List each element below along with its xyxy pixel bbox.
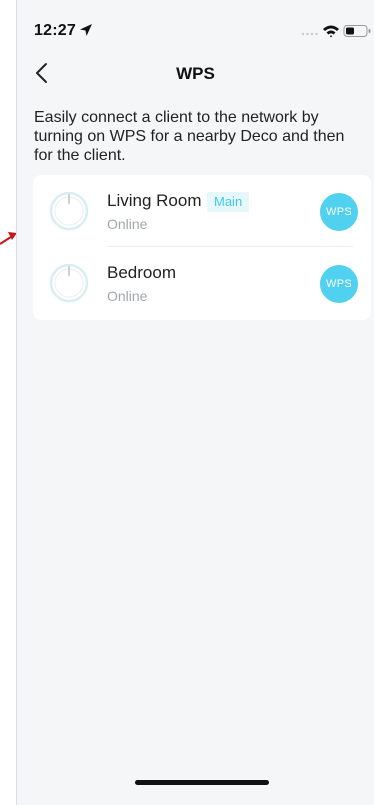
battery-icon <box>343 25 371 37</box>
cellular-signal-icon <box>301 32 318 36</box>
device-row-living-room[interactable]: Living Room Main Online WPS <box>33 175 371 247</box>
status-time: 12:27 <box>34 22 76 39</box>
device-row-bedroom[interactable]: Bedroom Online WPS <box>33 247 371 319</box>
location-arrow-icon <box>80 24 92 36</box>
wifi-icon <box>323 25 339 38</box>
navigation-bar: WPS <box>17 52 374 96</box>
device-status: Online <box>107 216 148 232</box>
device-name: Bedroom <box>107 263 176 282</box>
device-name: Living Room <box>107 191 202 210</box>
wps-description: Easily connect a client to the network b… <box>34 109 345 164</box>
page-title: WPS <box>176 64 215 83</box>
wps-button-living-room[interactable]: WPS <box>320 193 358 231</box>
status-bar: 12:27 <box>17 0 374 52</box>
home-indicator[interactable] <box>135 780 269 785</box>
device-status: Online <box>107 288 148 304</box>
main-badge: Main <box>207 192 250 212</box>
wps-button-bedroom[interactable]: WPS <box>320 265 358 303</box>
device-list-card: Living Room Main Online WPS Bedroom Onli… <box>33 175 371 320</box>
deco-unit-icon <box>49 263 89 303</box>
deco-unit-icon <box>49 191 89 231</box>
app-screen: 12:27 WPS Easily connect a client to the… <box>16 0 374 805</box>
